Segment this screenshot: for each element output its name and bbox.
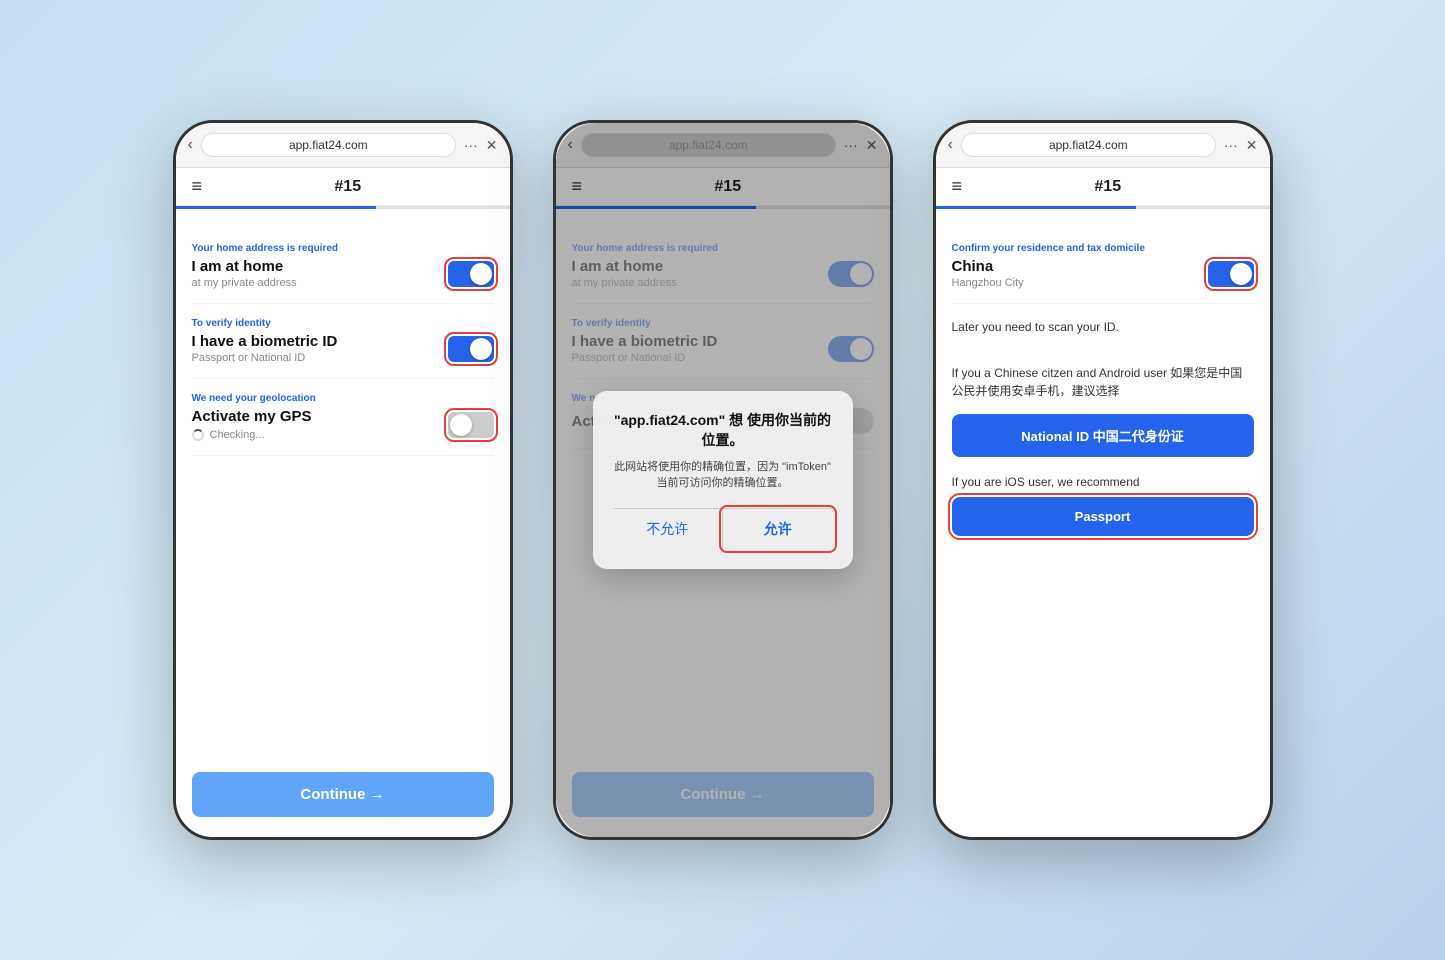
checking-row: Checking...: [192, 429, 312, 441]
browser-back-3[interactable]: ‹: [948, 136, 953, 154]
section-label-home: Your home address is required: [192, 243, 494, 254]
phone-1: ‹ app.fiat24.com ··· ✕ ≡ #15 Your home a…: [173, 120, 513, 840]
toggle-row-home: I am at home at my private address: [192, 258, 494, 289]
toggle-residence[interactable]: [1208, 261, 1254, 287]
toggle-sub-home: at my private address: [192, 277, 297, 289]
browser-url-1: app.fiat24.com: [201, 133, 456, 157]
dialog-body: 此网站将使用你的精确位置，因为 "imToken" 当前可访问你的精确位置。: [613, 459, 833, 492]
dialog-title: "app.fiat24.com" 想 使用你当前的位置。: [613, 411, 833, 450]
toggle-row-residence: China Hangzhou City: [952, 258, 1254, 289]
toggle-row-gps: Activate my GPS Checking...: [192, 408, 494, 441]
browser-back-1[interactable]: ‹: [188, 136, 193, 154]
browser-bar-3: ‹ app.fiat24.com ··· ✕: [936, 123, 1270, 168]
info-text-1: Later you need to scan your ID.: [952, 318, 1254, 336]
dialog-cancel-btn[interactable]: 不允许: [613, 509, 724, 549]
residence-section: Confirm your residence and tax domicile …: [952, 229, 1254, 304]
browser-close-1[interactable]: ✕: [486, 137, 498, 154]
checking-text: Checking...: [210, 429, 265, 441]
page-title-3: #15: [962, 178, 1253, 196]
section-label-id: To verify identity: [192, 318, 494, 329]
page-title-1: #15: [202, 178, 493, 196]
phone-3: ‹ app.fiat24.com ··· ✕ ≡ #15 Confirm you…: [933, 120, 1273, 840]
toggle-gps[interactable]: [448, 412, 494, 438]
toggle-sub-id: Passport or National ID: [192, 352, 338, 364]
toggle-main-home: I am at home: [192, 258, 297, 275]
app-header-1: ≡ #15: [176, 168, 510, 206]
dialog-buttons: 不允许 允许: [613, 508, 833, 549]
section-label-residence: Confirm your residence and tax domicile: [952, 243, 1254, 254]
browser-url-3: app.fiat24.com: [961, 133, 1216, 157]
dialog-box: "app.fiat24.com" 想 使用你当前的位置。 此网站将使用你的精确位…: [593, 391, 853, 568]
toggle-knob-id: [470, 338, 492, 360]
browser-dots-3[interactable]: ···: [1224, 137, 1238, 153]
spinner-icon: [192, 429, 204, 441]
toggle-home[interactable]: [448, 261, 494, 287]
passport-button[interactable]: Passport: [952, 497, 1254, 536]
toggle-knob-home: [470, 263, 492, 285]
info-text-3: If you are iOS user, we recommend: [952, 475, 1254, 489]
browser-close-3[interactable]: ✕: [1246, 137, 1258, 154]
continue-button-1[interactable]: Continue →: [192, 772, 494, 817]
app-content-3: Confirm your residence and tax domicile …: [936, 209, 1270, 837]
dialog-overlay: "app.fiat24.com" 想 使用你当前的位置。 此网站将使用你的精确位…: [556, 123, 890, 837]
toggle-row-id: I have a biometric ID Passport or Nation…: [192, 333, 494, 364]
toggle-knob-gps: [450, 414, 472, 436]
hamburger-3[interactable]: ≡: [952, 176, 963, 197]
toggle-main-gps: Activate my GPS: [192, 408, 312, 425]
toggle-knob-residence: [1230, 263, 1252, 285]
hamburger-1[interactable]: ≡: [192, 176, 203, 197]
dialog-confirm-btn[interactable]: 允许: [723, 509, 833, 549]
toggle-main-id: I have a biometric ID: [192, 333, 338, 350]
toggle-section-id: To verify identity I have a biometric ID…: [192, 304, 494, 379]
info-text-2: If you a Chinese citzen and Android user…: [952, 364, 1254, 400]
toggle-section-gps: We need your geolocation Activate my GPS…: [192, 379, 494, 456]
toggle-sub-residence: Hangzhou City: [952, 277, 1024, 289]
browser-dots-1[interactable]: ···: [464, 137, 478, 153]
toggle-main-residence: China: [952, 258, 1024, 275]
national-id-button[interactable]: National ID 中国二代身份证: [952, 414, 1254, 457]
section-label-gps: We need your geolocation: [192, 393, 494, 404]
browser-bar-1: ‹ app.fiat24.com ··· ✕: [176, 123, 510, 168]
phone-2: ‹ app.fiat24.com ··· ✕ ≡ #15 Your home a…: [553, 120, 893, 840]
toggle-id[interactable]: [448, 336, 494, 362]
app-content-1: Your home address is required I am at ho…: [176, 209, 510, 837]
toggle-section-home: Your home address is required I am at ho…: [192, 229, 494, 304]
app-header-3: ≡ #15: [936, 168, 1270, 206]
